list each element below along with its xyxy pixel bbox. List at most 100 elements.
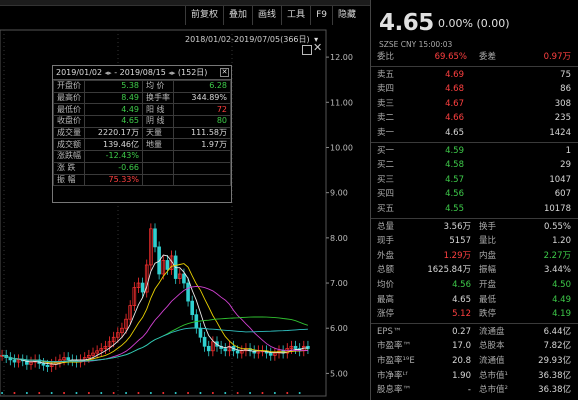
weibi-row[interactable]: 委比 69.65% 委差 0.97万 [371,50,578,65]
event-marker [236,392,239,394]
popup-cell: -0.66 [84,161,143,175]
event-marker [112,392,115,394]
bid-row[interactable]: 买四 4.56 607 [371,187,578,202]
step-arrows-icon[interactable]: ◂▸ [168,69,175,77]
popup-cell: 涨跌幅 [53,150,85,163]
weicha-value: 0.97万 [543,52,571,62]
event-marker [100,392,103,394]
event-marker [25,392,28,394]
popup-row: 收盘价 4.65 阴 线 80 [53,115,231,128]
stat-value: 2.27万 [543,250,571,261]
toolbar-button[interactable]: 前复权 [185,6,223,25]
y-tick-label: 7.00 [330,279,348,288]
fund-row[interactable]: 市净率ᴸᶠ 1.90 总市值¹ 36.38亿 [371,369,578,384]
event-marker [63,392,66,394]
toolbar-button[interactable]: 叠加 [223,6,252,25]
toolbar-button[interactable]: 画线 [252,6,281,25]
ask-row[interactable]: 卖二 4.66 235 [371,111,578,126]
weibi-label: 委比 [377,52,395,62]
stat-row[interactable]: 总额 1625.84万 振幅 3.44% [371,263,578,278]
popup-days: (152日) [177,68,208,77]
ask-price: 4.68 [445,84,464,95]
fund-row[interactable]: 股息率™ - 总市值² 36.38亿 [371,383,578,398]
stat-label: 最低 [479,294,497,305]
fund-label: EPS™ [377,326,402,337]
stat-label: 总量 [377,221,395,232]
stat-value: 0.55% [543,221,571,232]
popup-row: 涨跌幅 -12.43% [53,150,231,163]
event-marker [224,392,227,394]
weicha-label: 委差 [479,52,497,62]
stat-value: 4.19 [552,309,571,320]
candle [182,273,186,284]
candle [190,300,194,316]
maximize-icon[interactable] [302,45,312,55]
ask-row[interactable]: 卖五 4.69 75 [371,68,578,83]
popup-stats-table: 开盘价 5.38 均 价 6.28 最高价 8.49 换手率 344.89% 最低价 4.49 阳 … [53,80,231,187]
candle [223,348,228,352]
y-tick-label: 5.00 [330,369,348,378]
event-marker [162,392,165,394]
stat-label: 开盘 [479,280,497,290]
bid-price: 4.56 [445,189,464,200]
ask-label: 卖二 [377,113,395,124]
ask-price: 4.66 [445,113,464,124]
bid-row[interactable]: 买二 4.58 29 [371,158,578,173]
popup-cell: 8.49 [84,91,143,105]
stat-row[interactable]: 外盘 1.29万 内盘 2.27万 [371,249,578,264]
stat-row[interactable]: 最高 4.65 最低 4.49 [371,293,578,308]
event-marker [187,392,190,394]
fund-label: 股息率™ [377,385,412,396]
ask-row[interactable]: 卖三 4.67 308 [371,97,578,112]
step-arrows-icon[interactable]: ◂▸ [105,69,112,77]
fund-row[interactable]: 市盈率¹⁹E 20.8 流通值 29.93亿 [371,354,578,369]
popup-cell: 344.89% [173,91,231,105]
popup-cell [173,150,231,163]
popup-row: 最高价 8.49 换手率 344.89% [53,91,231,105]
bid-row[interactable]: 买一 4.59 1 [371,144,578,159]
fund-row[interactable]: 市盈率™ 17.0 总股本 7.82亿 [371,339,578,354]
fund-label: 总市值² [479,385,508,396]
bid-price: 4.55 [445,204,464,214]
popup-date-from: 2019/01/02 [56,68,103,77]
candle [206,345,211,352]
y-tick-label: 12.00 [330,53,353,62]
candle [202,336,207,347]
popup-cell: 阴 线 [142,115,174,128]
close-icon[interactable]: ✕ [313,42,325,55]
bid-row[interactable]: 买五 4.55 10178 [371,202,578,217]
fund-label: 流通盘 [479,326,505,337]
bid-row[interactable]: 买三 4.57 1047 [371,173,578,188]
toolbar-button[interactable]: F9 [310,6,332,25]
stat-row[interactable]: 均价 4.56 开盘 4.50 [371,278,578,293]
date-range-label: 2018/01/02-2019/07/05(366日) ▾ [185,34,318,45]
ask-qty: 86 [560,84,571,95]
fund-value: 29.93亿 [538,356,571,366]
bid-qty: 1047 [549,174,571,185]
toolbar-button[interactable]: 隐藏 [331,6,361,25]
fund-row[interactable]: EPS™ 0.27 流通盘 6.44亿 [371,325,578,340]
event-marker [75,392,78,394]
ask-label: 卖一 [377,128,395,138]
stat-row[interactable]: 涨停 5.12 跌停 4.19 [371,307,578,322]
ask-row[interactable]: 卖一 4.65 1424 [371,126,578,141]
ask-qty: 75 [560,69,571,80]
fund-value: 0.27 [452,326,471,337]
stat-label: 振幅 [479,265,497,276]
candle [45,364,50,367]
stat-row[interactable]: 总量 3.56万 换手 0.55% [371,220,578,235]
event-marker [174,392,177,394]
popup-cell: 换手率 [142,91,174,105]
popup-close-icon[interactable]: ✕ [220,68,229,77]
popup-cell [173,173,231,187]
bid-qty: 29 [560,160,571,171]
event-marker [137,392,140,394]
stat-value: 3.44% [543,265,571,276]
stat-row[interactable]: 现手 5157 量比 1.20 [371,234,578,249]
popup-cell: 开盘价 [53,80,85,93]
ask-row[interactable]: 卖四 4.68 86 [371,82,578,97]
divider [371,65,578,67]
toolbar-button[interactable]: 工具 [281,6,310,25]
bid-qty: 10178 [543,204,571,214]
fund-label: 流通值 [479,356,505,366]
